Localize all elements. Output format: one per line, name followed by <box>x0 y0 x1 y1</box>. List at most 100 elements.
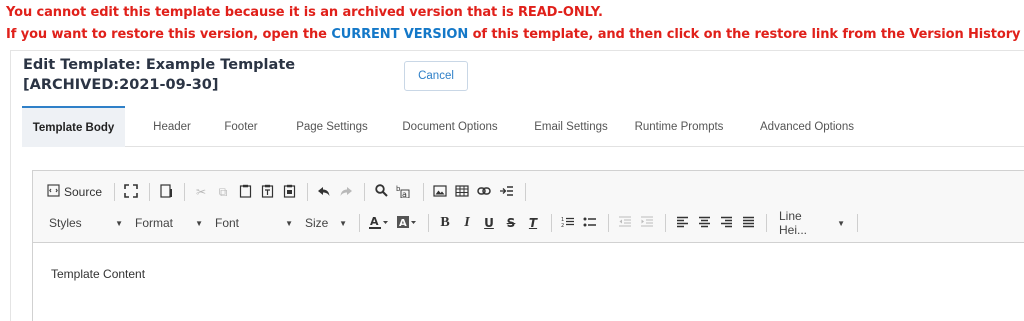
align-justify-icon <box>742 216 755 231</box>
numbered-list-button[interactable]: 12 <box>558 212 578 234</box>
line-height-dropdown[interactable]: Line Hei... ▼ <box>773 209 851 237</box>
tab-page-settings[interactable]: Page Settings <box>280 106 384 147</box>
toolbar-separator <box>307 183 309 201</box>
paste-text-button[interactable] <box>257 181 277 203</box>
copy-button[interactable]: ⧉ <box>213 181 233 203</box>
readonly-warning-line1: You cannot edit this template because it… <box>6 5 603 20</box>
toolbar-separator <box>665 214 666 232</box>
tab-footer[interactable]: Footer <box>206 106 276 147</box>
undo-button[interactable] <box>314 181 334 203</box>
cut-icon: ✂ <box>196 185 207 199</box>
align-center-button[interactable] <box>694 212 714 234</box>
paste-text-icon <box>261 184 274 201</box>
line-height-label: Line Hei... <box>779 209 808 237</box>
source-label: Source <box>64 185 103 199</box>
background-color-button[interactable]: A <box>394 212 420 234</box>
table-button[interactable] <box>452 181 472 203</box>
justify-button[interactable] <box>738 212 758 234</box>
toolbar-separator <box>149 183 151 201</box>
template-tabs: Template Body Header Footer Page Setting… <box>22 106 1024 147</box>
toolbar-separator <box>428 214 429 232</box>
find-button[interactable] <box>371 181 391 203</box>
link-button[interactable] <box>474 181 494 203</box>
numbered-list-icon: 12 <box>561 216 575 231</box>
paste-word-button[interactable] <box>279 181 299 203</box>
warning-text-prefix: If you want to restore this version, ope… <box>6 27 332 42</box>
toolbar-separator <box>184 183 186 201</box>
toolbar-separator <box>114 183 116 201</box>
chevron-down-icon: ▼ <box>195 218 203 228</box>
current-version-link[interactable]: CURRENT VERSION <box>331 27 468 42</box>
decrease-indent-button[interactable] <box>615 212 635 234</box>
bold-button[interactable]: B <box>435 212 455 234</box>
image-button[interactable] <box>430 181 450 203</box>
size-label: Size <box>305 216 329 230</box>
insert-field-button[interactable] <box>496 181 517 203</box>
svg-text:b: b <box>396 185 401 193</box>
font-label: Font <box>215 216 240 230</box>
search-icon <box>374 184 388 200</box>
editor-toolbar: Source ✂ ⧉ b a Styles ▼ Format ▼ Font ▼ … <box>33 171 1024 243</box>
tab-runtime-prompts[interactable]: Runtime Prompts <box>624 106 734 147</box>
rich-text-editor: Source ✂ ⧉ b a Styles ▼ Format ▼ Font ▼ … <box>32 170 1024 321</box>
toolbar-separator <box>364 183 366 201</box>
source-button[interactable]: Source <box>43 181 106 203</box>
remove-format-button[interactable]: T <box>523 212 543 234</box>
strikethrough-button[interactable]: S <box>501 212 521 234</box>
indent-icon <box>640 215 654 231</box>
toolbar-row-2: Styles ▼ Format ▼ Font ▼ Size ▼ A A B I U S … <box>43 209 864 237</box>
svg-text:2: 2 <box>561 223 564 228</box>
styles-dropdown[interactable]: Styles ▼ <box>43 212 129 234</box>
increase-indent-button[interactable] <box>637 212 657 234</box>
page-title: Edit Template: Example Template [ARCHIVE… <box>23 57 296 93</box>
background-color-icon: A <box>397 215 417 232</box>
toolbar-separator <box>359 214 360 232</box>
chevron-down-icon: ▼ <box>339 218 347 228</box>
replace-icon: ba <box>396 184 412 201</box>
paste-button[interactable] <box>235 181 255 203</box>
tab-email-settings[interactable]: Email Settings <box>516 106 626 147</box>
svg-text:A: A <box>370 215 379 228</box>
editor-content[interactable]: Template Content <box>51 267 145 281</box>
toolbar-separator <box>423 183 425 201</box>
redo-button[interactable] <box>336 181 356 203</box>
table-icon <box>455 184 469 200</box>
text-color-button[interactable]: A <box>366 212 392 234</box>
readonly-warning-line2: If you want to restore this version, ope… <box>6 27 1024 42</box>
styles-label: Styles <box>49 216 82 230</box>
size-dropdown[interactable]: Size ▼ <box>299 212 353 234</box>
paste-word-icon <box>283 184 296 201</box>
bulleted-list-button[interactable] <box>580 212 600 234</box>
toolbar-separator <box>525 183 527 201</box>
italic-button[interactable]: I <box>457 212 477 234</box>
paste-icon <box>239 184 252 201</box>
align-left-button[interactable] <box>672 212 692 234</box>
maximize-icon <box>124 183 138 201</box>
font-dropdown[interactable]: Font ▼ <box>209 212 299 234</box>
svg-text:a: a <box>402 190 407 198</box>
chevron-down-icon: ▼ <box>115 218 123 228</box>
outdent-icon <box>618 215 632 231</box>
underline-button[interactable]: U <box>479 212 499 234</box>
toolbar-separator <box>766 214 767 232</box>
preview-button[interactable] <box>156 181 176 203</box>
maximize-button[interactable] <box>121 181 141 203</box>
cut-button[interactable]: ✂ <box>191 181 211 203</box>
tab-header[interactable]: Header <box>136 106 208 147</box>
align-left-icon <box>676 216 689 231</box>
tab-document-options[interactable]: Document Options <box>388 106 512 147</box>
align-right-button[interactable] <box>716 212 736 234</box>
align-center-icon <box>698 216 711 231</box>
tab-template-body[interactable]: Template Body <box>22 106 125 147</box>
format-dropdown[interactable]: Format ▼ <box>129 212 209 234</box>
link-icon <box>477 185 491 199</box>
toolbar-separator <box>608 214 609 232</box>
insert-field-icon <box>499 185 514 200</box>
cancel-button[interactable]: Cancel <box>404 61 468 91</box>
tab-advanced-options[interactable]: Advanced Options <box>746 106 868 147</box>
replace-button[interactable]: ba <box>393 181 415 203</box>
bulleted-list-icon <box>583 216 597 231</box>
warning-text-suffix: of this template, and then click on the … <box>468 27 1024 42</box>
toolbar-separator <box>551 214 552 232</box>
chevron-down-icon: ▼ <box>837 218 845 228</box>
